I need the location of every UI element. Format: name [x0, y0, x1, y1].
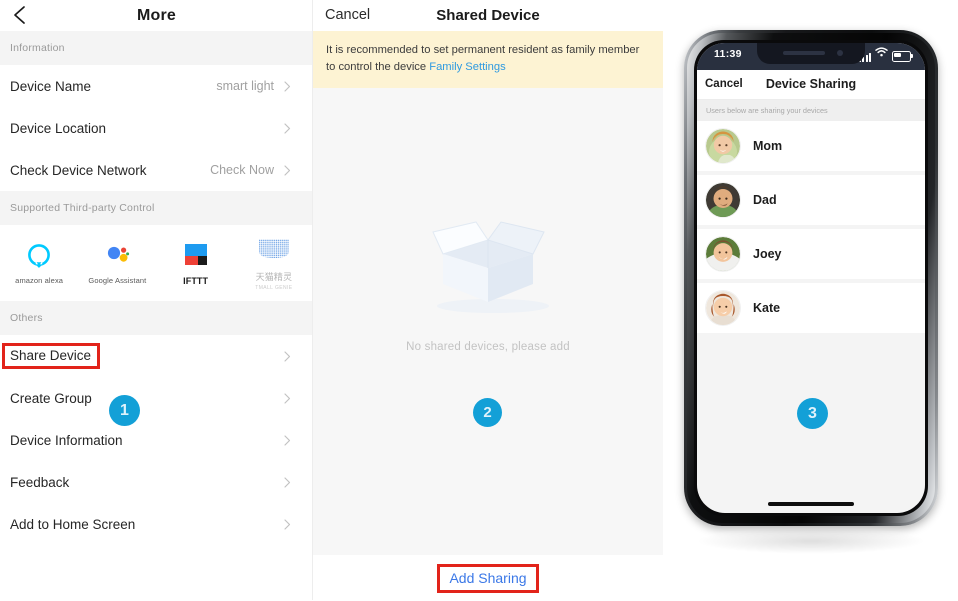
row-add-to-home-screen[interactable]: Add to Home Screen — [0, 503, 313, 545]
shared-users-list: Mom Dad Joey Kate — [697, 121, 925, 333]
list-item[interactable]: Kate — [697, 283, 925, 333]
chevron-right-icon — [284, 80, 291, 92]
step-badge-label: 2 — [483, 404, 492, 421]
add-sharing-button[interactable]: Add Sharing — [437, 563, 539, 593]
phone-frame-inner: 11:39 Cancel Device Sharing Users below … — [687, 33, 935, 523]
status-icons — [859, 47, 913, 62]
avatar — [706, 129, 740, 163]
third-party-sublabel: TMALL GENIE — [255, 285, 293, 291]
google-assistant-icon — [103, 241, 131, 271]
chevron-right-icon — [284, 122, 291, 134]
third-party-ifttt[interactable]: IFTTT — [157, 241, 235, 286]
chevron-right-icon — [284, 476, 291, 488]
list-item-label: Kate — [753, 301, 781, 315]
status-time: 11:39 — [714, 48, 742, 60]
third-party-control-band: amazon alexa Google Assistant IFTTT 天猫精灵… — [0, 225, 313, 301]
family-tip-banner: It is recommended to set permanent resid… — [313, 31, 663, 88]
row-check-device-network[interactable]: Check Device Network Check Now — [0, 149, 313, 191]
list-item-label: Mom — [753, 139, 783, 153]
section-header-third-party: Supported Third-party Control — [0, 191, 313, 225]
row-label: Add to Home Screen — [10, 516, 136, 532]
family-settings-link[interactable]: Family Settings — [429, 61, 505, 73]
phone-navbar: Cancel Device Sharing — [697, 70, 925, 100]
row-value[interactable]: Check Now — [210, 163, 274, 177]
step-badge-2: 2 — [473, 398, 502, 427]
phone-frame: 11:39 Cancel Device Sharing Users below … — [684, 30, 938, 526]
phone-page-title: Device Sharing — [765, 77, 857, 91]
phone-reflection — [696, 528, 926, 554]
phone-screen: 11:39 Cancel Device Sharing Users below … — [697, 43, 925, 513]
phone-notch — [757, 43, 865, 64]
chevron-right-icon — [284, 164, 291, 176]
row-device-location[interactable]: Device Location — [0, 107, 313, 149]
middle-navbar: Cancel Shared Device — [313, 0, 663, 31]
wifi-icon — [875, 44, 888, 62]
row-label: Feedback — [10, 474, 70, 490]
row-create-group[interactable]: Create Group — [0, 377, 313, 419]
section-header-others: Others — [0, 301, 313, 335]
row-feedback[interactable]: Feedback — [0, 461, 313, 503]
chevron-right-icon — [284, 350, 291, 362]
third-party-tmall-genie[interactable]: 天猫精灵 TMALL GENIE — [235, 235, 313, 291]
third-party-amazon-alexa[interactable]: amazon alexa — [0, 241, 78, 285]
step-badge-label: 3 — [808, 404, 817, 422]
battery-icon — [892, 51, 913, 62]
home-indicator[interactable] — [768, 502, 854, 506]
screenshot-root: More Information Device Name smart light… — [0, 0, 958, 601]
row-label: Create Group — [10, 390, 92, 406]
chevron-right-icon — [284, 392, 291, 404]
page-title: More — [136, 7, 177, 24]
device-more-panel: More Information Device Name smart light… — [0, 0, 313, 600]
third-party-label: IFTTT — [183, 275, 209, 286]
empty-state: No shared devices, please add — [313, 210, 663, 353]
step-badge-3: 3 — [797, 398, 828, 429]
chevron-right-icon — [284, 434, 291, 446]
avatar — [706, 237, 740, 271]
empty-box-icon — [413, 221, 563, 326]
list-item[interactable]: Dad — [697, 175, 925, 225]
ifttt-icon — [181, 241, 211, 271]
avatar — [706, 291, 740, 325]
step-badge-1: 1 — [109, 395, 140, 426]
row-value: smart light — [216, 79, 274, 93]
third-party-label: amazon alexa — [15, 276, 64, 285]
shared-device-empty-body: No shared devices, please add — [313, 88, 663, 555]
row-share-device[interactable]: Share Device — [0, 335, 313, 377]
middle-page-title: Shared Device — [436, 7, 540, 24]
phone-subheader: Users below are sharing your devices — [697, 100, 925, 121]
row-device-information[interactable]: Device Information — [0, 419, 313, 461]
third-party-label: 天猫精灵 — [255, 272, 293, 282]
list-item[interactable]: Joey — [697, 229, 925, 279]
section-header-information: Information — [0, 31, 313, 65]
left-navbar: More — [0, 0, 313, 31]
middle-footer: Add Sharing — [313, 555, 663, 601]
third-party-label: Google Assistant — [88, 276, 147, 285]
list-item[interactable]: Mom — [697, 121, 925, 171]
earpiece-speaker-icon — [783, 51, 825, 55]
row-device-name[interactable]: Device Name smart light — [0, 65, 313, 107]
share-device-highlight[interactable]: Share Device — [1, 343, 101, 369]
empty-state-caption: No shared devices, please add — [406, 341, 570, 353]
list-item-label: Dad — [753, 193, 777, 207]
shared-device-panel: Cancel Shared Device It is recommended t… — [313, 0, 663, 601]
row-label: Device Name — [10, 78, 92, 94]
row-label: Check Device Network — [10, 162, 147, 178]
amazon-alexa-icon — [26, 241, 52, 271]
phone-mockup: 11:39 Cancel Device Sharing Users below … — [672, 28, 958, 558]
front-camera-icon — [837, 50, 843, 56]
avatar — [706, 183, 740, 217]
row-label: Device Location — [10, 120, 107, 136]
step-badge-label: 1 — [120, 401, 129, 419]
row-label: Device Information — [10, 432, 123, 448]
phone-bezel: 11:39 Cancel Device Sharing Users below … — [694, 40, 928, 516]
chevron-right-icon — [284, 518, 291, 530]
tmall-genie-icon — [257, 235, 291, 265]
third-party-google-assistant[interactable]: Google Assistant — [78, 241, 156, 285]
list-item-label: Joey — [753, 247, 782, 261]
